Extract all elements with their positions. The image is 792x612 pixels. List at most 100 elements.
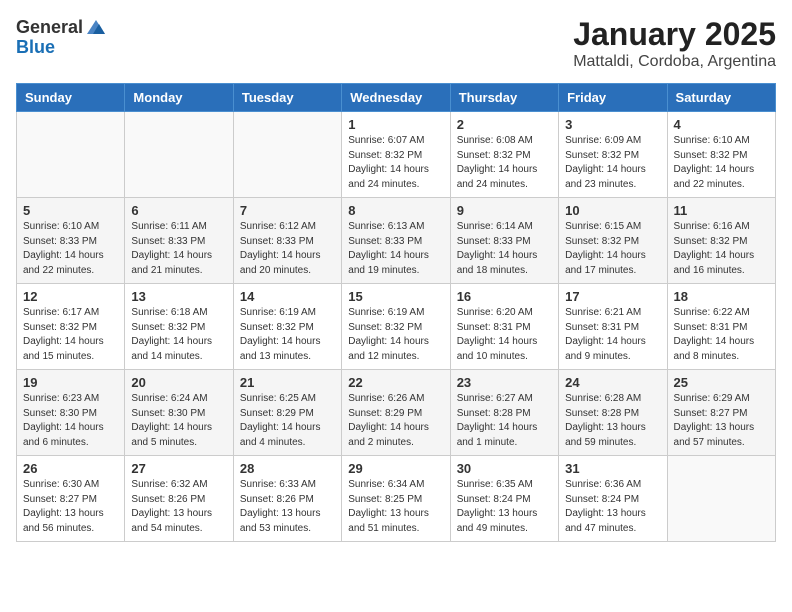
day-info: Sunrise: 6:15 AM Sunset: 8:32 PM Dayligh… — [565, 220, 660, 278]
day-info: Sunrise: 6:19 AM Sunset: 8:32 PM Dayligh… — [240, 306, 335, 364]
calendar-cell: 12 Sunrise: 6:17 AM Sunset: 8:32 PM Dayli… — [17, 284, 125, 370]
day-info: Sunrise: 6:26 AM Sunset: 8:29 PM Dayligh… — [348, 392, 443, 450]
day-number: 9 — [457, 203, 552, 218]
day-number: 11 — [674, 203, 769, 218]
calendar-week-row: 19 Sunrise: 6:23 AM Sunset: 8:30 PM Dayli… — [17, 370, 776, 456]
calendar-cell: 7Sunrise: 6:12 AM Sunset: 8:33 PM Daylig… — [233, 198, 341, 284]
day-info: Sunrise: 6:21 AM Sunset: 8:31 PM Dayligh… — [565, 306, 660, 364]
day-number: 19 — [23, 375, 118, 390]
day-info: Sunrise: 6:28 AM Sunset: 8:28 PM Dayligh… — [565, 392, 660, 450]
calendar-header-row: SundayMondayTuesdayWednesdayThursdayFrid… — [17, 84, 776, 112]
day-info: Sunrise: 6:19 AM Sunset: 8:32 PM Dayligh… — [348, 306, 443, 364]
day-number: 25 — [674, 375, 769, 390]
day-info: Sunrise: 6:17 AM Sunset: 8:32 PM Dayligh… — [23, 306, 118, 364]
day-of-week-header: Tuesday — [233, 84, 341, 112]
day-number: 1 — [348, 117, 443, 132]
calendar-cell: 16 Sunrise: 6:20 AM Sunset: 8:31 PM Dayli… — [450, 284, 558, 370]
logo: General Blue — [16, 16, 107, 56]
calendar-cell — [125, 112, 233, 198]
calendar-cell: 19 Sunrise: 6:23 AM Sunset: 8:30 PM Dayli… — [17, 370, 125, 456]
calendar-week-row: 12 Sunrise: 6:17 AM Sunset: 8:32 PM Dayli… — [17, 284, 776, 370]
calendar-cell: 3 Sunrise: 6:09 AM Sunset: 8:32 PM Daylig… — [559, 112, 667, 198]
calendar-cell: 21 Sunrise: 6:25 AM Sunset: 8:29 PM Dayli… — [233, 370, 341, 456]
day-info: Sunrise: 6:27 AM Sunset: 8:28 PM Dayligh… — [457, 392, 552, 450]
day-of-week-header: Wednesday — [342, 84, 450, 112]
day-info: Sunrise: 6:12 AM Sunset: 8:33 PM Dayligh… — [240, 220, 335, 278]
calendar-cell: 17 Sunrise: 6:21 AM Sunset: 8:31 PM Dayli… — [559, 284, 667, 370]
calendar-cell: 23 Sunrise: 6:27 AM Sunset: 8:28 PM Dayli… — [450, 370, 558, 456]
calendar-cell: 10 Sunrise: 6:15 AM Sunset: 8:32 PM Dayli… — [559, 198, 667, 284]
calendar-week-row: 5Sunrise: 6:10 AM Sunset: 8:33 PM Daylig… — [17, 198, 776, 284]
day-number: 20 — [131, 375, 226, 390]
day-number: 26 — [23, 461, 118, 476]
day-number: 28 — [240, 461, 335, 476]
day-of-week-header: Friday — [559, 84, 667, 112]
day-info: Sunrise: 6:13 AM Sunset: 8:33 PM Dayligh… — [348, 220, 443, 278]
day-number: 13 — [131, 289, 226, 304]
calendar-table: SundayMondayTuesdayWednesdayThursdayFrid… — [16, 83, 776, 542]
calendar-cell: 5Sunrise: 6:10 AM Sunset: 8:33 PM Daylig… — [17, 198, 125, 284]
month-title: January 2025 — [573, 16, 776, 53]
day-info: Sunrise: 6:34 AM Sunset: 8:25 PM Dayligh… — [348, 478, 443, 536]
day-info: Sunrise: 6:22 AM Sunset: 8:31 PM Dayligh… — [674, 306, 769, 364]
calendar-cell: 14 Sunrise: 6:19 AM Sunset: 8:32 PM Dayli… — [233, 284, 341, 370]
day-info: Sunrise: 6:18 AM Sunset: 8:32 PM Dayligh… — [131, 306, 226, 364]
day-number: 8 — [348, 203, 443, 218]
calendar-cell: 6Sunrise: 6:11 AM Sunset: 8:33 PM Daylig… — [125, 198, 233, 284]
day-info: Sunrise: 6:10 AM Sunset: 8:32 PM Dayligh… — [674, 134, 769, 192]
day-number: 29 — [348, 461, 443, 476]
day-number: 15 — [348, 289, 443, 304]
calendar-cell: 26 Sunrise: 6:30 AM Sunset: 8:27 PM Dayli… — [17, 456, 125, 542]
day-info: Sunrise: 6:32 AM Sunset: 8:26 PM Dayligh… — [131, 478, 226, 536]
day-info: Sunrise: 6:16 AM Sunset: 8:32 PM Dayligh… — [674, 220, 769, 278]
calendar-week-row: 26 Sunrise: 6:30 AM Sunset: 8:27 PM Dayli… — [17, 456, 776, 542]
calendar-cell: 25 Sunrise: 6:29 AM Sunset: 8:27 PM Dayli… — [667, 370, 775, 456]
day-info: Sunrise: 6:24 AM Sunset: 8:30 PM Dayligh… — [131, 392, 226, 450]
day-number: 17 — [565, 289, 660, 304]
day-number: 16 — [457, 289, 552, 304]
day-number: 24 — [565, 375, 660, 390]
calendar-cell: 2 Sunrise: 6:08 AM Sunset: 8:32 PM Daylig… — [450, 112, 558, 198]
calendar-cell: 29 Sunrise: 6:34 AM Sunset: 8:25 PM Dayli… — [342, 456, 450, 542]
day-info: Sunrise: 6:30 AM Sunset: 8:27 PM Dayligh… — [23, 478, 118, 536]
day-number: 10 — [565, 203, 660, 218]
day-number: 22 — [348, 375, 443, 390]
day-number: 12 — [23, 289, 118, 304]
logo-general-text: General — [16, 18, 83, 36]
logo-icon — [85, 16, 107, 38]
day-info: Sunrise: 6:36 AM Sunset: 8:24 PM Dayligh… — [565, 478, 660, 536]
calendar-cell: 18 Sunrise: 6:22 AM Sunset: 8:31 PM Dayli… — [667, 284, 775, 370]
day-number: 30 — [457, 461, 552, 476]
calendar-cell: 8 Sunrise: 6:13 AM Sunset: 8:33 PM Daylig… — [342, 198, 450, 284]
calendar-week-row: 1 Sunrise: 6:07 AM Sunset: 8:32 PM Daylig… — [17, 112, 776, 198]
day-info: Sunrise: 6:20 AM Sunset: 8:31 PM Dayligh… — [457, 306, 552, 364]
day-info: Sunrise: 6:35 AM Sunset: 8:24 PM Dayligh… — [457, 478, 552, 536]
day-info: Sunrise: 6:29 AM Sunset: 8:27 PM Dayligh… — [674, 392, 769, 450]
calendar-cell: 30 Sunrise: 6:35 AM Sunset: 8:24 PM Dayli… — [450, 456, 558, 542]
day-number: 18 — [674, 289, 769, 304]
page-header: General Blue January 2025 Mattaldi, Cord… — [16, 16, 776, 71]
day-number: 4 — [674, 117, 769, 132]
day-info: Sunrise: 6:09 AM Sunset: 8:32 PM Dayligh… — [565, 134, 660, 192]
day-number: 14 — [240, 289, 335, 304]
day-number: 27 — [131, 461, 226, 476]
day-info: Sunrise: 6:25 AM Sunset: 8:29 PM Dayligh… — [240, 392, 335, 450]
day-of-week-header: Thursday — [450, 84, 558, 112]
day-number: 23 — [457, 375, 552, 390]
day-number: 21 — [240, 375, 335, 390]
logo-blue-text: Blue — [16, 38, 107, 56]
day-number: 5 — [23, 203, 118, 218]
day-info: Sunrise: 6:08 AM Sunset: 8:32 PM Dayligh… — [457, 134, 552, 192]
day-info: Sunrise: 6:23 AM Sunset: 8:30 PM Dayligh… — [23, 392, 118, 450]
day-number: 3 — [565, 117, 660, 132]
calendar-cell — [17, 112, 125, 198]
calendar-cell: 22 Sunrise: 6:26 AM Sunset: 8:29 PM Dayli… — [342, 370, 450, 456]
calendar-cell: 27 Sunrise: 6:32 AM Sunset: 8:26 PM Dayli… — [125, 456, 233, 542]
calendar-cell: 9Sunrise: 6:14 AM Sunset: 8:33 PM Daylig… — [450, 198, 558, 284]
calendar-cell — [233, 112, 341, 198]
location-subtitle: Mattaldi, Cordoba, Argentina — [573, 53, 776, 71]
day-of-week-header: Monday — [125, 84, 233, 112]
day-number: 2 — [457, 117, 552, 132]
day-info: Sunrise: 6:07 AM Sunset: 8:32 PM Dayligh… — [348, 134, 443, 192]
day-of-week-header: Saturday — [667, 84, 775, 112]
